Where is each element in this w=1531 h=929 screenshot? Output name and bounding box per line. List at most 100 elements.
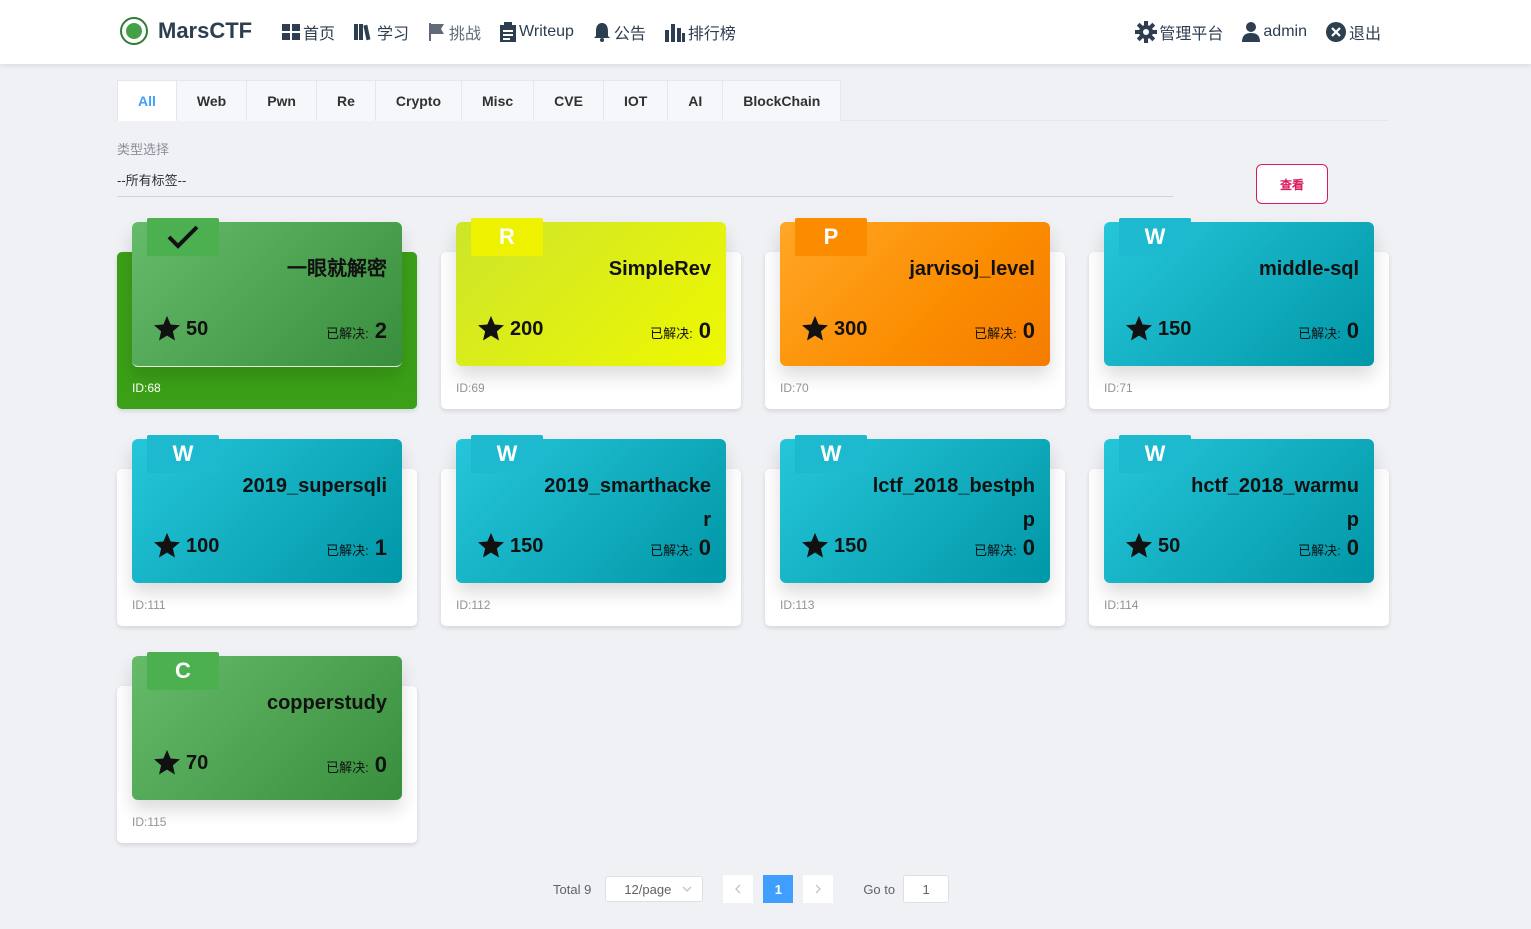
challenge-score: 150 (800, 531, 867, 561)
tab-pwn[interactable]: Pwn (247, 81, 317, 121)
star-icon (802, 315, 828, 341)
tab-web[interactable]: Web (177, 81, 248, 121)
challenge-title: 一眼就解密 (287, 258, 387, 280)
challenge-card[interactable]: Wmiddle-sql 150 已解决: 0 ID:71 (1089, 218, 1389, 409)
challenge-id: ID:71 (1104, 381, 1133, 395)
tab-crypto[interactable]: Crypto (376, 81, 463, 121)
gear-icon (1135, 21, 1158, 43)
tag-select[interactable]: --所有标签-- (117, 170, 1173, 197)
view-button[interactable]: 查看 (1256, 164, 1328, 204)
solved-value: 0 (1346, 318, 1359, 343)
challenge-title: 2019_smarthacker (544, 475, 711, 531)
category-badge: W (1119, 218, 1191, 256)
challenge-score: 50 (1124, 531, 1180, 561)
solved-label: 已解决: (650, 543, 693, 558)
tab-all[interactable]: All (118, 81, 177, 121)
user-menu[interactable]: admin (1241, 20, 1307, 44)
solved-value: 0 (698, 535, 711, 560)
challenge-score: 150 (476, 531, 543, 561)
solve-count: 已解决: 0 (650, 318, 711, 344)
tab-row: All Web Pwn Re Crypto Misc CVE IOT AI BlockChain (117, 80, 842, 121)
solve-count: 已解决: 0 (326, 752, 387, 778)
star-icon (154, 315, 180, 341)
tab-misc[interactable]: Misc (462, 81, 535, 121)
star-icon (154, 532, 180, 558)
challenge-score: 50 (152, 314, 208, 344)
bell-icon (593, 23, 610, 42)
challenge-card[interactable]: Pjarvisoj_level 300 已解决: 0 ID:70 (765, 218, 1065, 409)
prev-page-button[interactable] (723, 875, 754, 903)
category-badge: W (795, 435, 867, 473)
logout-link[interactable]: 退出 (1325, 20, 1381, 44)
challenge-title: SimpleRev (608, 258, 711, 280)
solve-count: 已解决: 0 (974, 318, 1035, 344)
nav-item-challenge[interactable]: 挑战 (427, 20, 481, 44)
nav-item-label: 公告 (613, 26, 646, 43)
tab-re[interactable]: Re (317, 81, 376, 121)
tab-iot[interactable]: IOT (604, 81, 669, 121)
brand[interactable]: MarsCTF (120, 17, 252, 45)
page-button-1[interactable]: 1 (763, 875, 794, 903)
challenge-score: 70 (152, 748, 208, 778)
solve-count: 已解决: 1 (326, 535, 387, 561)
nav-item-writeup[interactable]: Writeup (499, 20, 574, 44)
tab-blockchain[interactable]: BlockChain (723, 81, 840, 121)
challenge-title: 2019_supersqli (242, 475, 387, 497)
star-icon (1126, 315, 1152, 341)
nav-item-ranking[interactable]: 排行榜 (664, 20, 736, 44)
challenge-id: ID:70 (780, 381, 809, 395)
nav-item-label: 学习 (377, 26, 410, 43)
tab-ai[interactable]: AI (668, 81, 724, 121)
solve-count: 已解决: 0 (1298, 318, 1359, 344)
nav-item-notice[interactable]: 公告 (592, 20, 646, 44)
page-size-select[interactable]: 12/page (605, 876, 704, 902)
solved-label: 已解决: (1298, 543, 1341, 558)
card-face: 一眼就解密 50 已解决: 2 (132, 218, 402, 367)
total-count: Total 9 (553, 881, 592, 897)
nav-item-label: 排行榜 (687, 26, 736, 43)
flag-icon (429, 23, 445, 41)
card-face: Ccopperstudy 70 已解决: 0 (132, 652, 402, 800)
challenge-title: hctf_2018_warmup (1191, 475, 1359, 531)
challenge-card[interactable]: Ccopperstudy 70 已解决: 0 ID:115 (117, 652, 417, 843)
badge-letter: W (172, 441, 194, 466)
nav-item-learn[interactable]: 学习 (353, 20, 409, 44)
badge-letter: C (175, 658, 191, 683)
challenge-card[interactable]: Wlctf_2018_bestphp 150 已解决: 0 ID:113 (765, 435, 1065, 626)
card-face: R SimpleRev 200 已解决: 0 (456, 218, 726, 366)
main-nav: 首页 学习 挑战 Writeup 公告 排行榜 (281, 20, 754, 44)
goto-page-input[interactable]: 1 (903, 875, 950, 903)
solved-label: 已解决: (974, 326, 1017, 341)
challenge-card[interactable]: W 2019_smarthacker 150 已解决: 0 ID:112 (441, 435, 741, 626)
card-face: Pjarvisoj_level 300 已解决: 0 (780, 218, 1050, 366)
category-badge: R (471, 218, 543, 256)
challenge-card[interactable]: 一眼就解密 50 已解决: 2 ID:68 (117, 218, 417, 409)
card-face: Wlctf_2018_bestphp 150 已解决: 0 (780, 435, 1050, 583)
challenge-card[interactable]: W 2019_supersqli 100 已解决: 1 ID:111 (117, 435, 417, 626)
chevron-right-icon (815, 884, 822, 894)
solved-value: 0 (1346, 535, 1359, 560)
challenge-score: 150 (1124, 314, 1191, 344)
challenge-card[interactable]: R SimpleRev 200 已解决: 0 ID:69 (441, 218, 741, 409)
badge-letter: R (499, 224, 515, 249)
nav-item-home[interactable]: 首页 (281, 20, 335, 44)
challenge-card[interactable]: Whctf_2018_warmup 50 已解决: 0 ID:114 (1089, 435, 1389, 626)
clipboard-icon (500, 22, 517, 42)
solved-label: 已解决: (650, 326, 693, 341)
tab-cve[interactable]: CVE (534, 81, 604, 121)
next-page-button[interactable] (803, 875, 834, 903)
logo-icon (120, 17, 148, 45)
score-value: 200 (510, 317, 544, 340)
badge-letter: W (496, 441, 518, 466)
challenge-id: ID:112 (456, 598, 491, 612)
card-face: W 2019_smarthacker 150 已解决: 0 (456, 435, 726, 583)
challenge-score: 200 (476, 314, 543, 344)
score-value: 150 (510, 534, 544, 557)
admin-platform-link[interactable]: 管理平台 (1135, 20, 1223, 44)
top-header: MarsCTF 首页 学习 挑战 Writeup 公告 排行榜 管理平台 adm… (0, 0, 1531, 64)
category-badge: P (795, 218, 867, 256)
username: admin (1263, 23, 1307, 40)
close-circle-icon (1325, 22, 1346, 42)
solved-value: 0 (1022, 318, 1035, 343)
dashboard-icon (282, 24, 300, 40)
